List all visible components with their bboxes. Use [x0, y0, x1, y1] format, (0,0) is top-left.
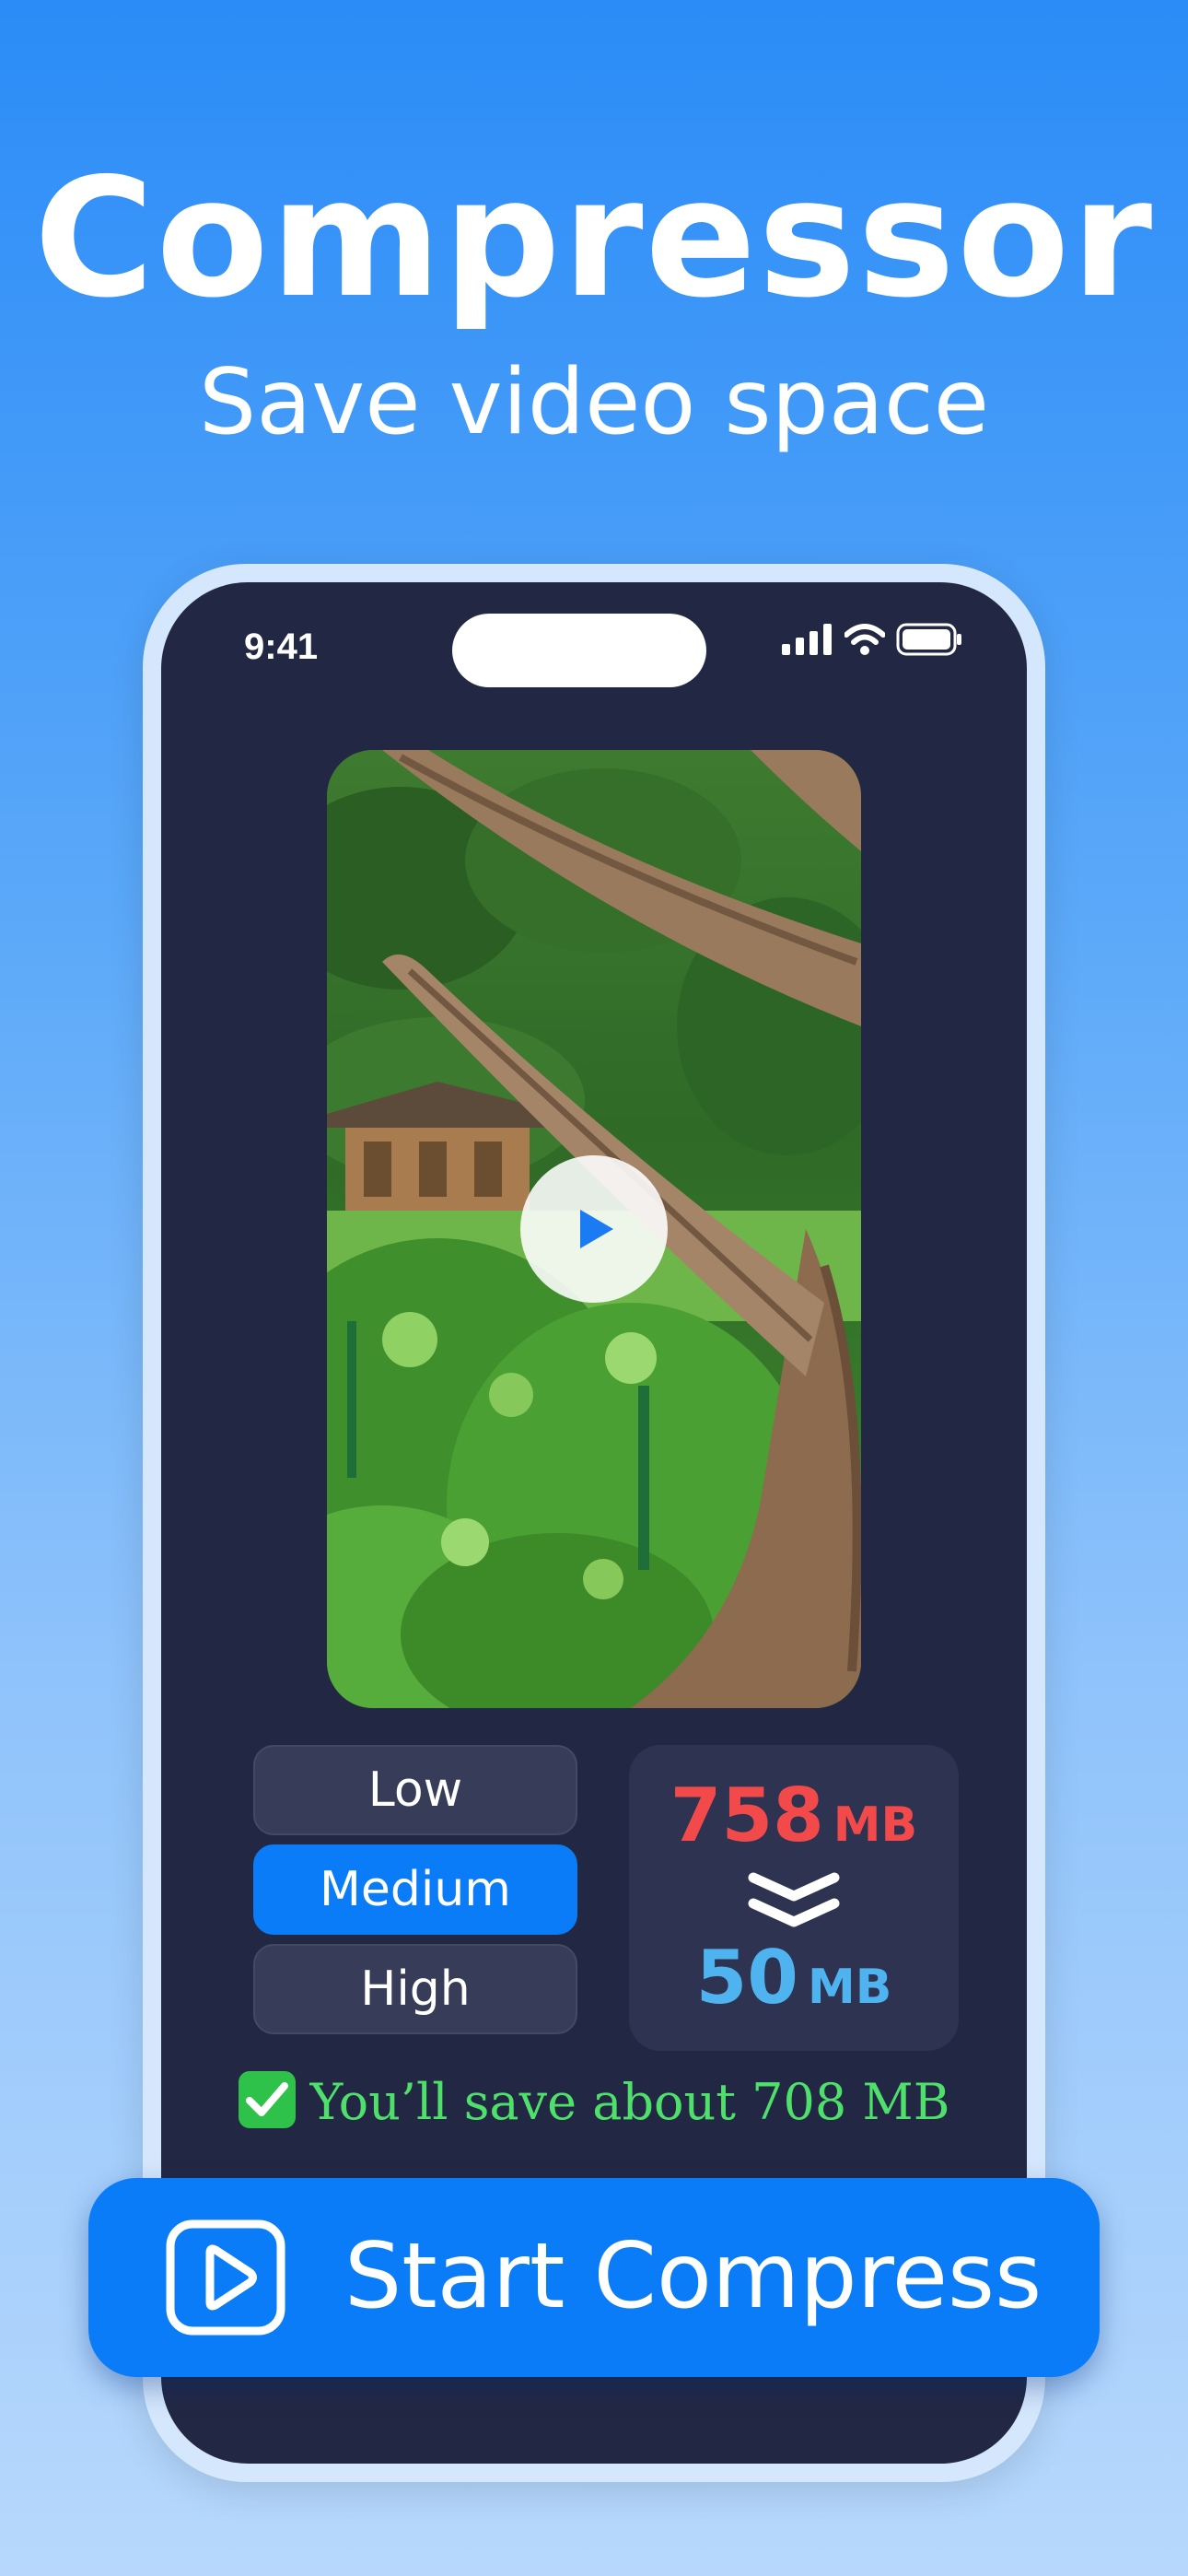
quality-option-medium[interactable]: Medium [253, 1844, 577, 1935]
check-icon [238, 2071, 296, 2128]
status-time: 9:41 [244, 626, 319, 667]
status-icons [782, 623, 962, 656]
start-compress-button[interactable]: Start Compress [88, 2178, 1100, 2377]
savings-message: You’ll save about 708 MB [161, 2071, 1027, 2131]
original-size-value: 758 [670, 1773, 824, 1858]
original-size-unit: MB [833, 1797, 918, 1853]
video-preview[interactable] [327, 750, 861, 1708]
wifi-icon [844, 624, 885, 655]
savings-text: You’ll save about 708 MB [309, 2073, 950, 2131]
double-chevron-down-icon [748, 1872, 840, 1927]
compressed-size: 50 MB [629, 1935, 959, 2020]
compressed-size-value: 50 [695, 1935, 798, 2020]
start-compress-label: Start Compress [344, 2224, 1042, 2329]
play-button[interactable] [520, 1155, 668, 1303]
signal-icon [782, 624, 832, 655]
quality-option-low[interactable]: Low [253, 1745, 577, 1835]
battery-icon [896, 623, 961, 656]
compressed-size-unit: MB [807, 1960, 892, 2015]
page-subtitle: Save video space [198, 350, 990, 455]
play-icon [580, 1210, 613, 1248]
dynamic-island [452, 614, 706, 687]
play-square-icon [166, 2219, 285, 2336]
quality-selector: Low Medium High [253, 1745, 581, 2043]
page-title: Compressor [33, 143, 1155, 334]
quality-option-high[interactable]: High [253, 1944, 577, 2034]
size-comparison-card: 758 MB 50 MB [629, 1745, 959, 2051]
original-size: 758 MB [629, 1773, 959, 1858]
